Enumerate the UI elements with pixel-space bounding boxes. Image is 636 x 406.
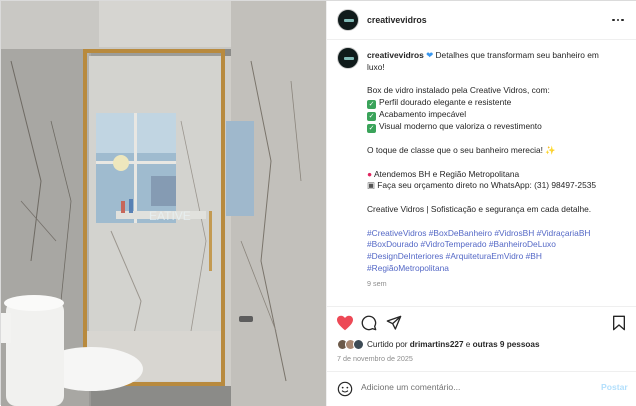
caption-line-5: Acabamento impecável [379, 109, 467, 120]
time-ago[interactable]: 9 sem [367, 278, 629, 290]
sparkles-emoji: ✨ [545, 144, 556, 155]
post-photo[interactable]: EATIVE [1, 1, 326, 406]
action-bar [327, 306, 636, 336]
hashtag-line[interactable]: #DesignDeInteriores #ArquiteturaEmVidro … [367, 251, 629, 263]
photo-watermark: EATIVE [149, 209, 191, 223]
liked-by-conj: e [465, 340, 471, 349]
liked-by-others[interactable]: outras 9 pessoas [473, 340, 540, 349]
share-icon[interactable] [386, 315, 402, 331]
caption-avatar[interactable] [337, 47, 359, 69]
comment-icon[interactable] [361, 315, 377, 331]
pin-emoji: ● [367, 168, 373, 179]
post-comment-button[interactable]: Postar [601, 382, 628, 392]
caption-line-3: Box de vidro instalado pela Creative Vid… [367, 85, 550, 96]
hashtag-line[interactable]: #CreativeVidros #BoxDeBanheiro #VidrosBH… [367, 228, 629, 240]
caption-line-7: O toque de classe que o seu banheiro mer… [367, 144, 543, 155]
post-header: creativevidros [327, 1, 636, 40]
avatar [353, 339, 364, 350]
check-emoji: ✓ [367, 112, 376, 122]
check-emoji: ✓ [367, 100, 376, 110]
hashtags: #CreativeVidros #BoxDeBanheiro #VidrosBH… [367, 228, 629, 275]
phone-emoji: ▣ [367, 180, 375, 191]
post-modal: EATIVE creativevidros creativevidros ❤ D… [0, 0, 636, 406]
post-caption: creativevidros ❤ Detalhes que transforma… [367, 50, 629, 290]
more-icon[interactable] [611, 13, 625, 27]
caption-line-10: Creative Vidros | Sofisticação e seguran… [367, 203, 592, 214]
bookmark-icon[interactable] [612, 315, 626, 331]
caption-line-6: Visual moderno que valoriza o revestimen… [379, 121, 542, 132]
blue-heart-emoji: ❤ [426, 50, 434, 60]
bathroom-photo-illustration: EATIVE [1, 1, 326, 406]
liked-by: Curtido por drimartins227 e outras 9 pes… [337, 339, 540, 350]
liked-by-user[interactable]: drimartins227 [410, 340, 464, 349]
check-emoji: ✓ [367, 124, 376, 134]
hashtag-line[interactable]: #BoxDourado #VidroTemperado #BanheiroDeL… [367, 239, 629, 251]
liked-by-prefix: Curtido por [367, 340, 408, 349]
post-date[interactable]: 7 de novembro de 2025 [337, 354, 413, 363]
caption-username[interactable]: creativevidros [367, 50, 424, 60]
hashtag-line[interactable]: #RegiãoMetropolitana [367, 263, 629, 275]
caption-line-1: Detalhes que transformam seu banheiro em [435, 50, 599, 60]
comment-input[interactable] [361, 382, 581, 392]
caption-line-8: Atendemos BH e Região Metropolitana [373, 168, 520, 179]
heart-icon[interactable] [336, 315, 354, 331]
avatar[interactable] [337, 9, 359, 31]
emoji-icon[interactable] [337, 381, 353, 397]
caption-line-2: luxo! [367, 61, 385, 72]
caption-line-4: Perfil dourado elegante e resistente [379, 97, 512, 108]
post-details-panel: creativevidros creativevidros ❤ Detalhes… [326, 1, 636, 406]
caption-line-9: Faça seu orçamento direto no WhatsApp: (… [377, 180, 597, 191]
header-username[interactable]: creativevidros [367, 15, 427, 25]
comment-bar: Postar [327, 371, 636, 406]
